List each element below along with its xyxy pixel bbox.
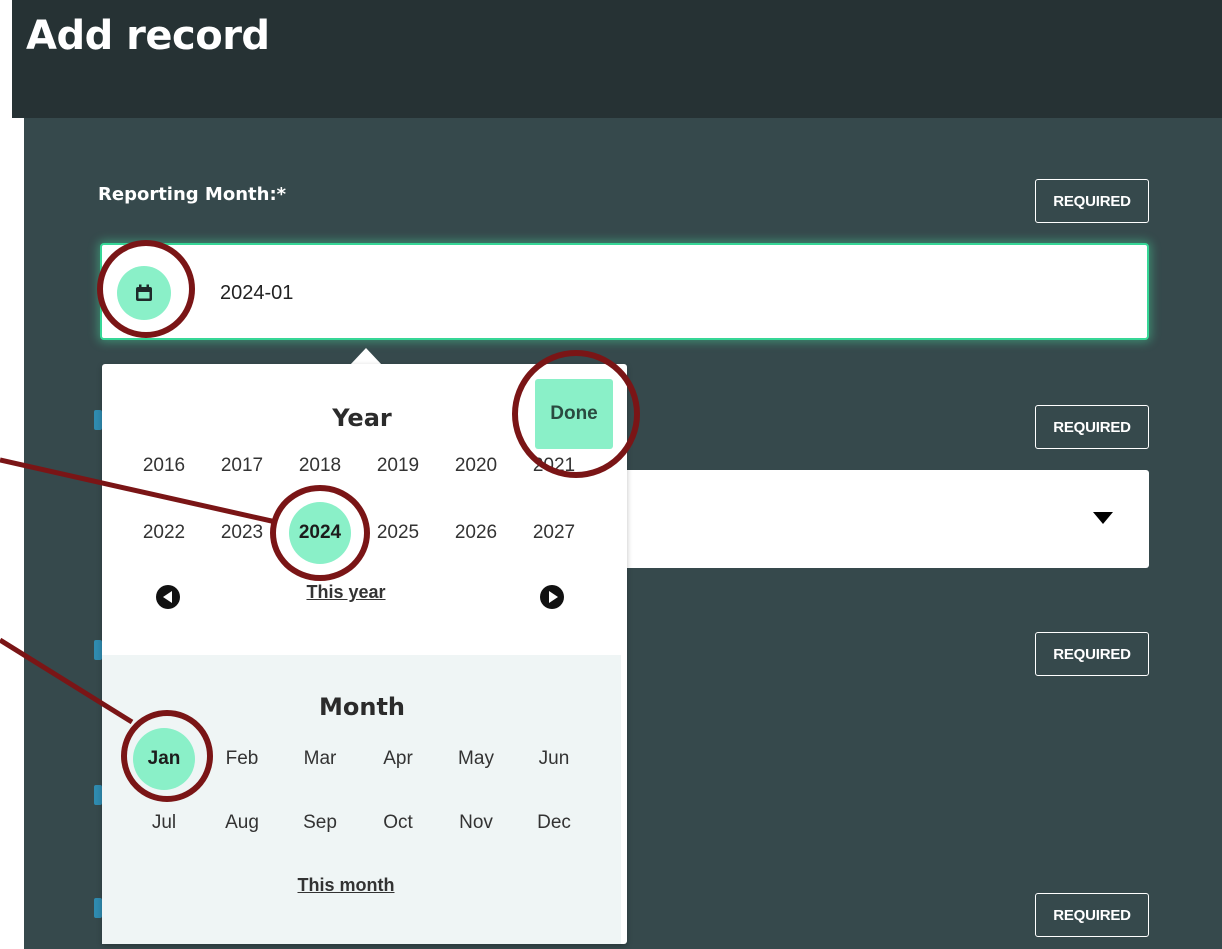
hidden-label-fragment — [94, 410, 102, 430]
this-month-link[interactable]: This month — [246, 875, 446, 896]
month-picker-popup: Year Done 2016 2017 2018 2019 2020 2021 … — [102, 364, 627, 944]
done-button[interactable]: Done — [535, 379, 613, 449]
year-option[interactable]: 2017 — [210, 446, 274, 486]
prev-year-page-icon[interactable] — [156, 585, 180, 609]
reporting-month-value: 2024-01 — [220, 282, 294, 304]
required-badge: REQUIRED — [1035, 405, 1149, 449]
month-section: Month Jan Feb Mar Apr May Jun Jul Aug Se… — [102, 655, 621, 944]
month-option[interactable]: May — [444, 739, 508, 779]
month-option[interactable]: Jun — [522, 739, 586, 779]
year-option[interactable]: 2022 — [132, 513, 196, 553]
month-option-selected[interactable]: Jan — [133, 728, 195, 790]
page-title: Add record — [26, 13, 270, 59]
month-option[interactable]: Jul — [132, 803, 196, 843]
month-title: Month — [318, 693, 405, 721]
required-badge: REQUIRED — [1035, 632, 1149, 676]
year-option[interactable]: 2023 — [210, 513, 274, 553]
year-option[interactable]: 2019 — [366, 446, 430, 486]
year-option[interactable]: 2021 — [522, 446, 586, 486]
month-option[interactable]: Oct — [366, 803, 430, 843]
month-option[interactable]: Feb — [210, 739, 274, 779]
reporting-month-label: Reporting Month:* — [98, 184, 287, 205]
required-badge: REQUIRED — [1035, 893, 1149, 937]
month-option[interactable]: Mar — [288, 739, 352, 779]
this-year-link[interactable]: This year — [246, 582, 446, 603]
hidden-label-fragment — [94, 898, 102, 918]
year-option[interactable]: 2018 — [288, 446, 352, 486]
dropdown-select[interactable] — [600, 470, 1149, 568]
year-option[interactable]: 2016 — [132, 446, 196, 486]
month-option[interactable]: Sep — [288, 803, 352, 843]
year-section: Year Done 2016 2017 2018 2019 2020 2021 … — [102, 364, 627, 655]
hidden-label-fragment — [94, 640, 102, 660]
reporting-month-input[interactable]: 2024-01 — [100, 243, 1149, 340]
year-option[interactable]: 2027 — [522, 513, 586, 553]
calendar-icon — [136, 284, 152, 301]
year-option[interactable]: 2025 — [366, 513, 430, 553]
month-option[interactable]: Dec — [522, 803, 586, 843]
month-option[interactable]: Aug — [210, 803, 274, 843]
required-badge: REQUIRED — [1035, 179, 1149, 223]
dropdown-arrow-icon — [1093, 512, 1113, 524]
picker-caret — [350, 348, 382, 365]
hidden-label-fragment — [94, 785, 102, 805]
year-option[interactable]: 2026 — [444, 513, 508, 553]
year-option[interactable]: 2020 — [444, 446, 508, 486]
month-option[interactable]: Apr — [366, 739, 430, 779]
next-year-page-icon[interactable] — [540, 585, 564, 609]
calendar-button[interactable] — [117, 266, 171, 320]
month-option[interactable]: Nov — [444, 803, 508, 843]
year-option-selected[interactable]: 2024 — [289, 502, 351, 564]
